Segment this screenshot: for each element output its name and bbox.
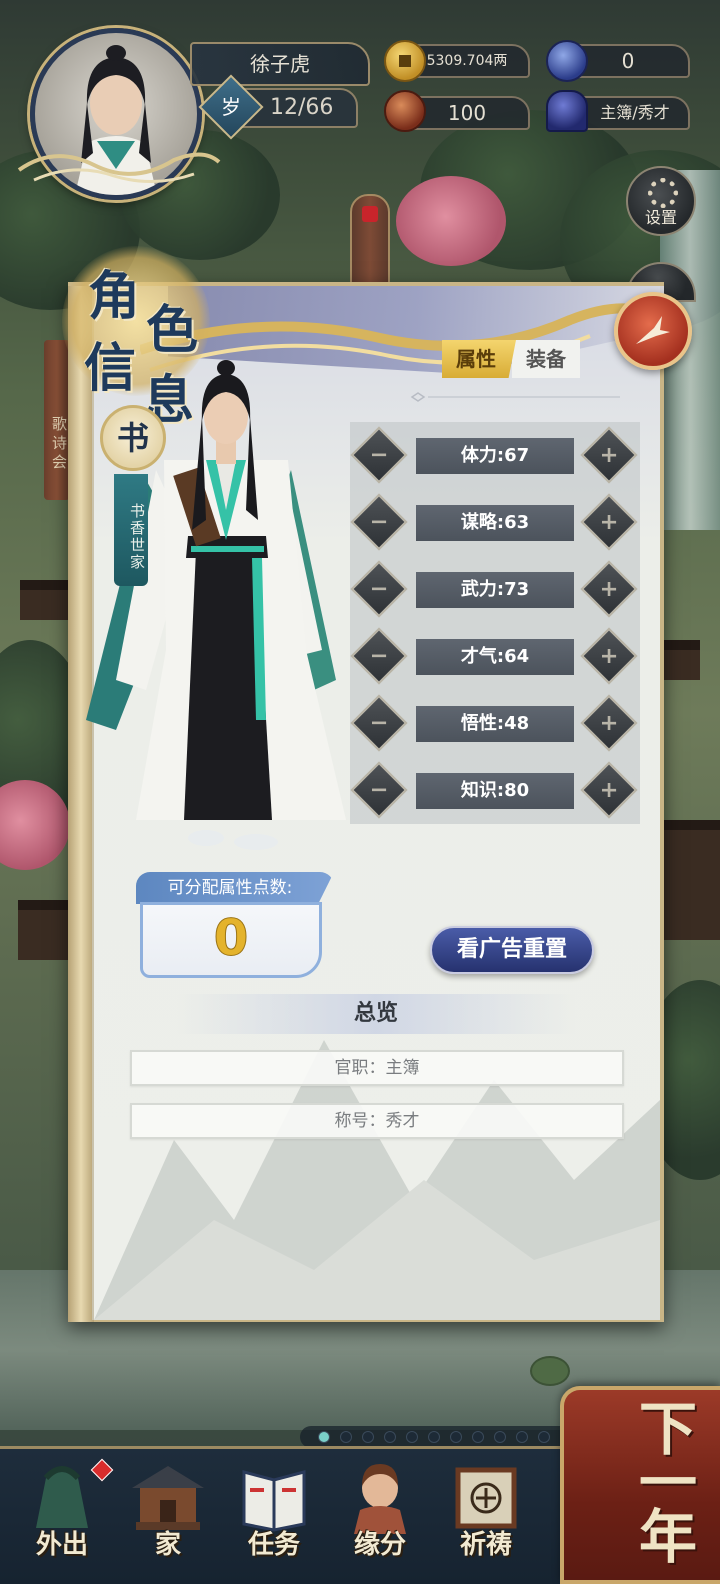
increase-knowledge-button[interactable]: + (580, 761, 638, 819)
increase-talent-button[interactable]: + (580, 627, 638, 685)
page-dot (318, 1431, 330, 1443)
next-year-button[interactable]: 下一年 (560, 1386, 720, 1584)
settings-button[interactable]: 设置 (626, 166, 696, 236)
minus-icon: − (369, 776, 389, 803)
attribute-row: − 体力:67 + (350, 424, 640, 486)
official-position-row: 官职：主簿 (130, 1050, 624, 1086)
increase-insight-button[interactable]: + (580, 694, 638, 752)
page-dot (362, 1431, 374, 1443)
fate-icon (354, 1464, 406, 1534)
pray-icon (455, 1467, 517, 1529)
minus-icon: − (369, 575, 389, 602)
title-char-1: 角 (88, 266, 141, 327)
plus-icon: + (599, 709, 619, 736)
tab-equipment[interactable]: 装备 (512, 340, 580, 378)
attribute-knowledge: 知识:80 (416, 773, 574, 809)
attribute-row: − 武力:73 + (350, 558, 640, 620)
reputation-seal-icon (384, 90, 426, 132)
page-dot (494, 1431, 506, 1443)
page-dot (472, 1431, 484, 1443)
available-points-label: 可分配属性点数: (136, 872, 334, 904)
available-points-value: 0 (213, 909, 249, 968)
nav-home-label: 家 (154, 1530, 181, 1560)
official-hat-icon (546, 90, 588, 132)
decrease-insight-button[interactable]: − (350, 694, 408, 752)
minus-icon: − (369, 441, 389, 468)
page-dot (516, 1431, 528, 1443)
page-dot (428, 1431, 440, 1443)
nav-pray-label: 祈祷 (459, 1530, 512, 1560)
decrease-strategy-button[interactable]: − (350, 493, 408, 551)
minus-icon: − (369, 709, 389, 736)
increase-strategy-button[interactable]: + (580, 493, 638, 551)
attribute-strategy: 谋略:63 (416, 505, 574, 541)
decrease-talent-button[interactable]: − (350, 627, 408, 685)
available-points-frame: 0 (140, 902, 322, 978)
family-tag: 书香世家 (114, 474, 148, 586)
plus-icon: + (599, 441, 619, 468)
attribute-row: − 悟性:48 + (350, 692, 640, 754)
nav-fate-label: 缘分 (353, 1530, 406, 1560)
nav-outing[interactable]: 外出 (10, 1452, 114, 1574)
family-badge: 书 (100, 405, 166, 471)
plus-icon: + (599, 776, 619, 803)
page-indicator (300, 1426, 600, 1448)
attribute-martial: 武力:73 (416, 572, 574, 608)
task-book-icon (242, 1470, 306, 1532)
minus-icon: − (369, 642, 389, 669)
spirit-orb-icon (546, 40, 588, 82)
page-dot (538, 1431, 550, 1443)
player-name: 徐子虎 (190, 42, 370, 86)
close-button[interactable] (614, 292, 692, 370)
nav-tasks[interactable]: 任务 (222, 1452, 326, 1574)
coin-icon (384, 40, 426, 82)
page-dot (450, 1431, 462, 1443)
house-icon (132, 1466, 204, 1530)
attribute-list: − 体力:67 + − 谋略:63 + − 武力:73 + − 才气:64 + … (350, 422, 640, 824)
next-year-label: 下一年 (629, 1398, 697, 1560)
nav-fate[interactable]: 缘分 (328, 1452, 432, 1574)
decrease-stamina-button[interactable]: − (350, 426, 408, 484)
close-swallow-icon (636, 316, 670, 344)
attribute-insight: 悟性:48 (416, 706, 574, 742)
background-scroll-marker[interactable] (350, 194, 390, 284)
available-points-box: 可分配属性点数: 0 (136, 872, 334, 980)
increase-martial-button[interactable]: + (580, 560, 638, 618)
plus-icon: + (599, 508, 619, 535)
plus-icon: + (599, 575, 619, 602)
overview-title: 总览 (176, 994, 576, 1034)
increase-stamina-button[interactable]: + (580, 426, 638, 484)
attribute-row: − 知识:80 + (350, 759, 640, 821)
attribute-row: − 谋略:63 + (350, 491, 640, 553)
nav-pray[interactable]: 祈祷 (434, 1452, 538, 1574)
nav-outing-label: 外出 (35, 1530, 88, 1560)
decrease-knowledge-button[interactable]: − (350, 761, 408, 819)
minus-icon: − (369, 508, 389, 535)
nav-tasks-label: 任务 (247, 1530, 300, 1560)
decrease-martial-button[interactable]: − (350, 560, 408, 618)
page-dot (406, 1431, 418, 1443)
title-row: 称号：秀才 (130, 1103, 624, 1139)
page-dot (340, 1431, 352, 1443)
attribute-stamina: 体力:67 (416, 438, 574, 474)
cloud-swirl-decoration (17, 152, 221, 183)
attribute-talent: 才气:64 (416, 639, 574, 675)
plus-icon: + (599, 642, 619, 669)
tab-divider (410, 392, 620, 402)
panel-tabs: 属性 装备 (442, 340, 580, 378)
attribute-row: − 才气:64 + (350, 625, 640, 687)
tab-attributes[interactable]: 属性 (442, 340, 516, 378)
nav-home[interactable]: 家 (116, 1452, 220, 1574)
page-dot (384, 1431, 396, 1443)
watch-ad-reset-button[interactable]: 看广告重置 (430, 926, 594, 974)
